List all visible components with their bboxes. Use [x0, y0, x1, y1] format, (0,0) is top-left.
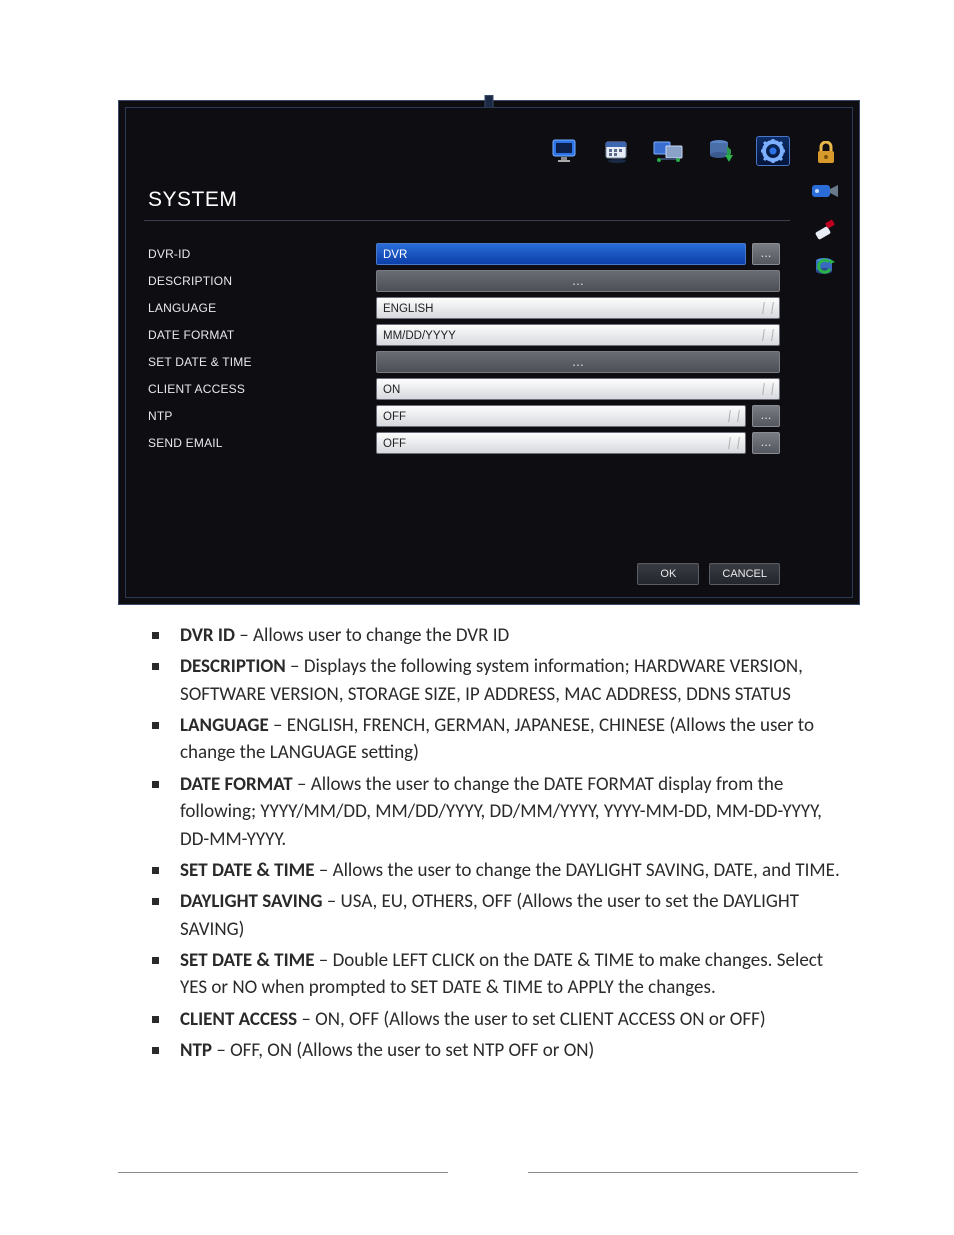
label-send-email: SEND EMAIL	[148, 436, 376, 450]
list-item: DESCRIPTION – Displays the following sys…	[150, 653, 850, 708]
row-description: DESCRIPTION ...	[148, 267, 780, 294]
row-send-email: SEND EMAIL OFF ...	[148, 429, 780, 456]
dvr-system-screenshot: SYSTEM DVR-ID DVR ... DESCRIPTION ... LA…	[118, 100, 860, 605]
label-client-access: CLIENT ACCESS	[148, 382, 376, 396]
top-icon-bar	[548, 136, 790, 166]
settings-form: DVR-ID DVR ... DESCRIPTION ... LANGUAGE …	[148, 240, 780, 456]
more-send-email[interactable]: ...	[752, 432, 780, 454]
label-language: LANGUAGE	[148, 301, 376, 315]
field-date-format[interactable]: MM/DD/YYYY	[376, 324, 780, 346]
row-dvr-id: DVR-ID DVR ...	[148, 240, 780, 267]
row-set-datetime: SET DATE & TIME ...	[148, 348, 780, 375]
row-language: LANGUAGE ENGLISH	[148, 294, 780, 321]
field-client-access[interactable]: ON	[376, 378, 780, 400]
list-item: DAYLIGHT SAVING – USA, EU, OTHERS, OFF (…	[150, 888, 850, 943]
label-date-format: DATE FORMAT	[148, 328, 376, 342]
row-ntp: NTP OFF ...	[148, 402, 780, 429]
field-set-datetime[interactable]: ...	[376, 351, 780, 373]
dialog-footer: OK CANCEL	[637, 563, 780, 585]
label-set-datetime: SET DATE & TIME	[148, 355, 376, 369]
label-dvr-id: DVR-ID	[148, 247, 376, 261]
row-date-format: DATE FORMAT MM/DD/YYYY	[148, 321, 780, 348]
dvr-inner: SYSTEM DVR-ID DVR ... DESCRIPTION ... LA…	[125, 107, 853, 598]
cancel-button[interactable]: CANCEL	[709, 563, 780, 585]
label-ntp: NTP	[148, 409, 376, 423]
devices-icon[interactable]	[652, 136, 686, 166]
list-item: DVR ID – Allows user to change the DVR I…	[150, 622, 850, 649]
label-description: DESCRIPTION	[148, 274, 376, 288]
list-item: CLIENT ACCESS – ON, OFF (Allows the user…	[150, 1006, 850, 1033]
ok-button[interactable]: OK	[637, 563, 699, 585]
row-client-access: CLIENT ACCESS ON	[148, 375, 780, 402]
field-dvr-id[interactable]: DVR	[376, 243, 746, 265]
field-description[interactable]: ...	[376, 270, 780, 292]
page-title: SYSTEM	[148, 188, 237, 212]
field-language[interactable]: ENGLISH	[376, 297, 780, 319]
display-icon[interactable]	[548, 136, 582, 166]
schedule-icon[interactable]	[600, 136, 634, 166]
title-divider	[144, 220, 790, 221]
storage-icon[interactable]	[704, 136, 738, 166]
field-ntp[interactable]: OFF	[376, 405, 746, 427]
doc-explanations: DVR ID – Allows user to change the DVR I…	[150, 622, 850, 1068]
restore-icon[interactable]	[812, 254, 840, 280]
more-dvr-id[interactable]: ...	[752, 243, 780, 265]
usb-icon[interactable]	[812, 216, 840, 242]
side-icon-bar	[812, 140, 840, 280]
list-item: LANGUAGE – ENGLISH, FRENCH, GERMAN, JAPA…	[150, 712, 850, 767]
list-item: DATE FORMAT – Allows the user to change …	[150, 771, 850, 853]
lock-icon[interactable]	[812, 140, 840, 166]
list-item: SET DATE & TIME – Double LEFT CLICK on t…	[150, 947, 850, 1002]
camera-icon[interactable]	[812, 178, 840, 204]
list-item: SET DATE & TIME – Allows the user to cha…	[150, 857, 850, 884]
more-ntp[interactable]: ...	[752, 405, 780, 427]
settings-icon[interactable]	[756, 136, 790, 166]
list-item: NTP – OFF, ON (Allows the user to set NT…	[150, 1037, 850, 1064]
field-send-email[interactable]: OFF	[376, 432, 746, 454]
page-footer-rule	[118, 1172, 858, 1173]
